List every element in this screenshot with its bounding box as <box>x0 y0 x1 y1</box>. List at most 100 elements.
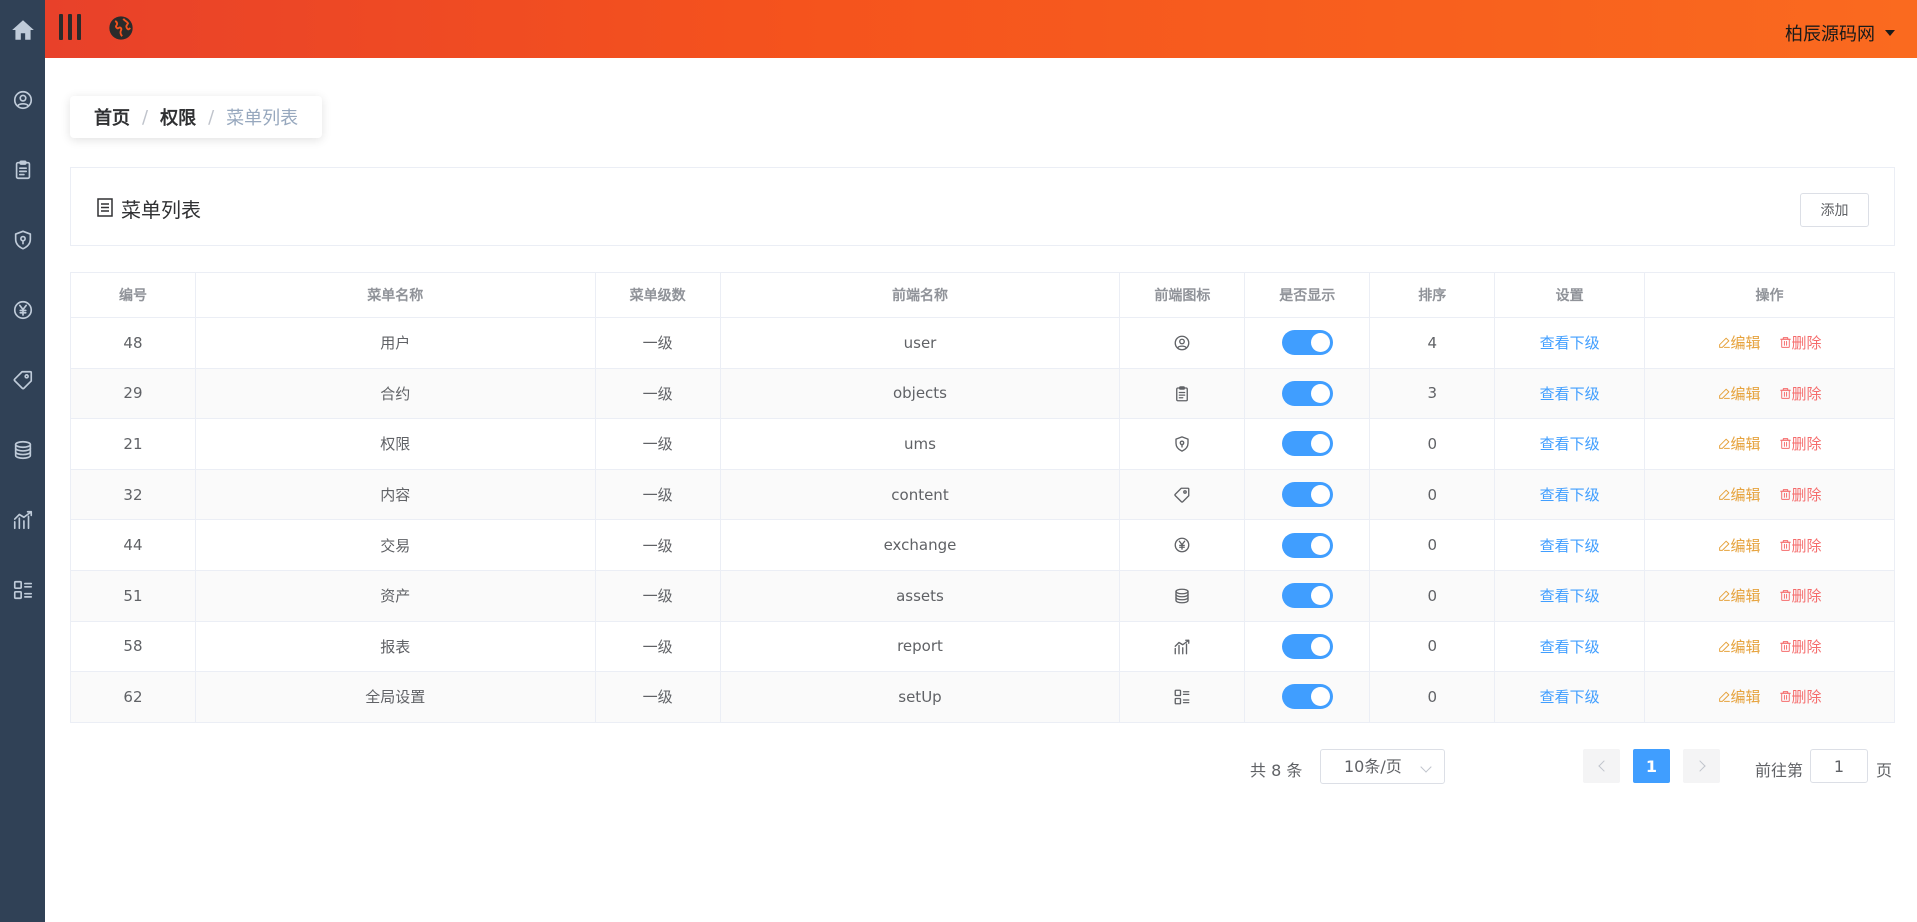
chevron-down-icon <box>1420 761 1432 773</box>
sidebar-item-settings[interactable] <box>0 570 45 610</box>
cell-visible <box>1244 418 1371 470</box>
edit-button[interactable]: 编辑 <box>1718 486 1761 504</box>
cell-id: 62 <box>70 671 196 723</box>
yen-icon <box>1173 536 1191 554</box>
sidebar-item-permission[interactable] <box>0 220 45 260</box>
chevron-right-icon <box>1693 760 1706 772</box>
cell-frontend-icon <box>1119 519 1246 571</box>
delete-button[interactable]: 删除 <box>1779 638 1822 656</box>
visible-toggle[interactable] <box>1281 482 1333 508</box>
edit-icon <box>1718 336 1731 349</box>
cell-menu-level: 一级 <box>595 418 721 470</box>
edit-button[interactable]: 编辑 <box>1718 435 1761 453</box>
view-children-link[interactable]: 查看下级 <box>1540 688 1600 706</box>
cell-frontend-name: ums <box>720 418 1121 470</box>
cell-frontend-name: exchange <box>720 519 1121 571</box>
edit-icon <box>1718 640 1731 653</box>
cell-actions: 编辑 删除 <box>1644 469 1895 521</box>
add-button[interactable]: 添加 <box>1800 193 1869 227</box>
page-size-select[interactable]: 10条/页 <box>1320 749 1445 784</box>
breadcrumb-separator: / <box>142 106 149 128</box>
cell-frontend-name: user <box>720 317 1121 369</box>
user-menu-dropdown[interactable]: 柏辰源码网 <box>1785 20 1895 46</box>
visible-toggle[interactable] <box>1281 684 1333 710</box>
column-header: 菜单级数 <box>595 272 721 318</box>
cell-id: 51 <box>70 570 196 622</box>
cell-sort: 4 <box>1369 317 1496 369</box>
visible-toggle[interactable] <box>1281 633 1333 659</box>
edit-button[interactable]: 编辑 <box>1718 385 1761 403</box>
edit-button[interactable]: 编辑 <box>1718 688 1761 706</box>
delete-icon <box>1779 387 1792 400</box>
goto-page-input[interactable] <box>1810 749 1868 783</box>
breadcrumb-separator: / <box>208 106 215 128</box>
breadcrumb-home[interactable]: 首页 <box>94 104 130 130</box>
list-grid-icon <box>1173 688 1191 706</box>
edit-button[interactable]: 编辑 <box>1718 638 1761 656</box>
breadcrumb-section[interactable]: 权限 <box>160 104 196 130</box>
delete-button[interactable]: 删除 <box>1779 537 1822 555</box>
globe-icon[interactable] <box>107 14 135 42</box>
edit-label: 编辑 <box>1730 587 1761 606</box>
cell-actions: 编辑 删除 <box>1644 368 1895 420</box>
cell-sort: 0 <box>1369 570 1496 622</box>
view-children-link[interactable]: 查看下级 <box>1540 435 1600 453</box>
sidebar-item-user[interactable] <box>0 80 45 120</box>
column-header: 编号 <box>70 272 196 318</box>
sidebar-item-exchange[interactable] <box>0 290 45 330</box>
view-children-link[interactable]: 查看下级 <box>1540 638 1600 656</box>
cell-sort: 0 <box>1369 519 1496 571</box>
next-page-button[interactable] <box>1683 749 1720 783</box>
delete-button[interactable]: 删除 <box>1779 435 1822 453</box>
sidebar-item-home[interactable] <box>0 10 45 50</box>
sidebar-item-report[interactable] <box>0 500 45 540</box>
page-number-current[interactable]: 1 <box>1633 749 1670 783</box>
edit-button[interactable]: 编辑 <box>1718 587 1761 605</box>
view-children-link[interactable]: 查看下级 <box>1540 334 1600 352</box>
delete-button[interactable]: 删除 <box>1779 334 1822 352</box>
table-row: 58 报表 一级 report 0 查看下级 编辑 删除 <box>70 621 1895 673</box>
cell-settings: 查看下级 <box>1494 317 1646 369</box>
cell-visible <box>1244 368 1371 420</box>
page-title: 菜单列表 <box>121 198 201 222</box>
visible-toggle[interactable] <box>1281 583 1333 609</box>
edit-button[interactable]: 编辑 <box>1718 334 1761 352</box>
delete-icon <box>1779 690 1792 703</box>
delete-button[interactable]: 删除 <box>1779 385 1822 403</box>
visible-toggle[interactable] <box>1281 431 1333 457</box>
delete-icon <box>1779 336 1792 349</box>
sidebar-item-contract[interactable] <box>0 150 45 190</box>
visible-toggle[interactable] <box>1281 330 1333 356</box>
coins-icon <box>1173 587 1191 605</box>
title-panel: 菜单列表 添加 <box>70 167 1895 246</box>
delete-icon <box>1779 640 1792 653</box>
sidebar-item-assets[interactable] <box>0 430 45 470</box>
cell-actions: 编辑 删除 <box>1644 621 1895 673</box>
cell-menu-level: 一级 <box>595 671 721 723</box>
view-children-link[interactable]: 查看下级 <box>1540 537 1600 555</box>
user-name: 柏辰源码网 <box>1785 24 1875 45</box>
edit-button[interactable]: 编辑 <box>1718 537 1761 555</box>
delete-icon <box>1779 539 1792 552</box>
delete-button[interactable]: 删除 <box>1779 587 1822 605</box>
menu-table: 编号 菜单名称 菜单级数 前端名称 前端图标 是否显示 排序 设置 操作 48 用… <box>70 272 1895 723</box>
cell-menu-level: 一级 <box>595 519 721 571</box>
visible-toggle[interactable] <box>1281 532 1333 558</box>
goto-suffix: 页 <box>1876 761 1893 780</box>
visible-toggle[interactable] <box>1281 380 1333 406</box>
cell-frontend-icon <box>1119 368 1246 420</box>
prev-page-button[interactable] <box>1583 749 1620 783</box>
sidebar-item-content[interactable] <box>0 360 45 400</box>
delete-label: 删除 <box>1791 334 1822 353</box>
delete-button[interactable]: 删除 <box>1779 486 1822 504</box>
table-header-row: 编号 菜单名称 菜单级数 前端名称 前端图标 是否显示 排序 设置 操作 <box>70 272 1895 318</box>
table-row: 21 权限 一级 ums 0 查看下级 编辑 删除 <box>70 418 1895 470</box>
view-children-link[interactable]: 查看下级 <box>1540 486 1600 504</box>
table-row: 62 全局设置 一级 setUp 0 查看下级 编辑 删除 <box>70 671 1895 723</box>
view-children-link[interactable]: 查看下级 <box>1540 587 1600 605</box>
delete-button[interactable]: 删除 <box>1779 688 1822 706</box>
view-children-link[interactable]: 查看下级 <box>1540 385 1600 403</box>
cell-frontend-icon <box>1119 671 1246 723</box>
cell-settings: 查看下级 <box>1494 368 1646 420</box>
hamburger-icon[interactable] <box>59 14 81 42</box>
